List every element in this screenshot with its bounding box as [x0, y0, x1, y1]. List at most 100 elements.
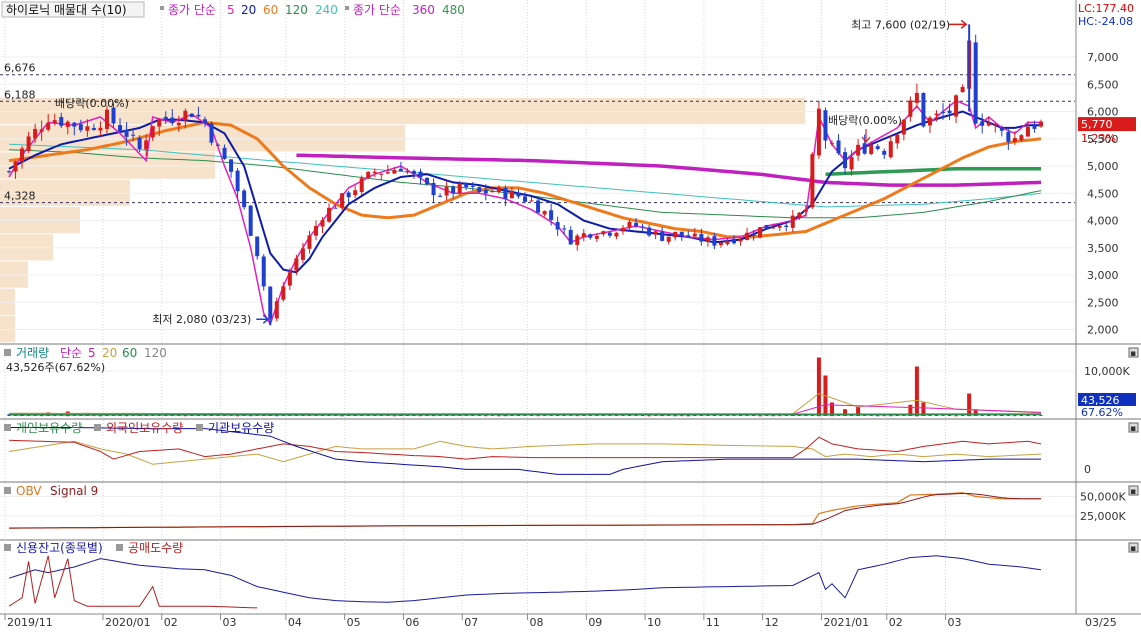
legend-item: 120: [144, 346, 167, 360]
candle-body: [712, 236, 716, 245]
legend-item: 종가 단순: [353, 3, 401, 17]
candle-body: [961, 87, 965, 92]
y-tick-label: 2,000: [1087, 324, 1119, 337]
candle-body: [190, 114, 194, 117]
candle-body: [732, 239, 736, 243]
candle-body: [915, 93, 919, 103]
candle-body: [471, 186, 475, 187]
y-tick-label: 10,000K: [1084, 365, 1130, 378]
x-tick-label: 06: [405, 616, 419, 629]
y-tick-label: 0: [1084, 463, 1091, 476]
candle-body: [1039, 122, 1043, 127]
candle-body: [1026, 127, 1030, 137]
y-tick-label: 7,000: [1087, 51, 1119, 64]
legend-item: 거래량: [16, 346, 49, 360]
chart-canvas[interactable]: 7,0006,5006,0005,5005,0004,5004,0003,500…: [0, 0, 1141, 632]
candle-body: [177, 123, 181, 125]
candle-body: [980, 121, 984, 126]
level-label: 6,188: [4, 88, 36, 101]
x-tick-label: 10: [647, 616, 661, 629]
candle-body: [288, 272, 292, 285]
legend-item: 360: [412, 3, 435, 17]
lc-label: LC:177.40: [1078, 2, 1134, 15]
candle-body: [79, 124, 83, 130]
y-tick-label: 2,500: [1087, 296, 1119, 309]
candle-body: [360, 178, 364, 192]
candle-body: [941, 112, 945, 113]
candle-body: [138, 138, 142, 149]
legend-item: 단순: [60, 346, 82, 360]
candle-body: [125, 130, 129, 137]
candle-body: [837, 140, 841, 153]
volume-bar: [967, 394, 971, 417]
x-tick-label: 09: [588, 616, 602, 629]
candle-body: [85, 126, 89, 130]
panel-control-glyph: ▪: [1130, 424, 1136, 434]
candle-body: [1013, 138, 1017, 142]
candle-body: [614, 233, 618, 237]
candle-body: [523, 196, 527, 201]
candle-body: [196, 115, 200, 117]
legend-item: 외국인보유수량: [106, 421, 183, 435]
candle-body: [621, 228, 625, 231]
candle-body: [810, 154, 814, 207]
candle-body: [928, 118, 932, 126]
y-tick-label: 4,000: [1087, 215, 1119, 228]
candle-body: [46, 123, 50, 130]
legend-item: 120: [285, 3, 308, 17]
candle-body: [536, 201, 540, 213]
candle-body: [183, 111, 187, 121]
y-axis-area: [1076, 0, 1141, 632]
level-label: 6,676: [4, 62, 36, 75]
candle-body: [445, 187, 449, 196]
candle-body: [242, 191, 246, 208]
legend-item: 종가 단순: [168, 3, 216, 17]
candle-body: [797, 213, 801, 218]
candle-body: [399, 169, 403, 171]
x-tick-label: 03: [948, 616, 962, 629]
x-tick-label: 02: [164, 616, 178, 629]
candle-body: [778, 226, 782, 228]
ex-dividend-label: 배당락(0.00%): [828, 114, 902, 127]
candle-body: [856, 145, 860, 156]
candle-body: [27, 136, 31, 151]
candle-body: [223, 148, 227, 159]
candle-body: [882, 151, 886, 155]
legend-item: 60: [263, 3, 278, 17]
candle-body: [752, 235, 756, 236]
legend-bullet: [345, 6, 349, 10]
low-annotation: 최저 2,080 (03/23): [152, 313, 251, 326]
x-tick-label: 07: [464, 616, 478, 629]
volume-bar: [955, 415, 958, 416]
candle-body: [157, 119, 161, 126]
x-tick-label: 04: [288, 616, 302, 629]
candle-body: [366, 172, 370, 178]
candle-body: [575, 236, 579, 245]
candle-body: [601, 231, 605, 234]
candle-body: [889, 141, 893, 157]
candle-body: [294, 258, 298, 270]
legend-item: Signal 9: [50, 484, 98, 498]
candle-body: [464, 183, 468, 187]
candle-body: [307, 235, 311, 248]
candle-body: [236, 171, 240, 192]
current-change: 1.23%: [1081, 132, 1116, 145]
candle-body: [229, 159, 233, 171]
candle-body: [118, 125, 122, 132]
candle-body: [784, 226, 788, 227]
candle-body: [556, 222, 560, 229]
candle-body: [255, 237, 259, 257]
candle-body: [647, 228, 651, 236]
candle-body: [993, 124, 997, 125]
candle-body: [392, 170, 396, 174]
candle-body: [588, 234, 592, 238]
candle-body: [432, 183, 436, 195]
candle-body: [412, 171, 416, 174]
candle-body: [791, 216, 795, 228]
candle-body: [530, 200, 534, 201]
candle-body: [131, 135, 135, 136]
candle-body: [660, 232, 664, 241]
legend-bullet: [116, 544, 123, 551]
candle-body: [66, 122, 70, 127]
volume-bar: [915, 367, 919, 417]
